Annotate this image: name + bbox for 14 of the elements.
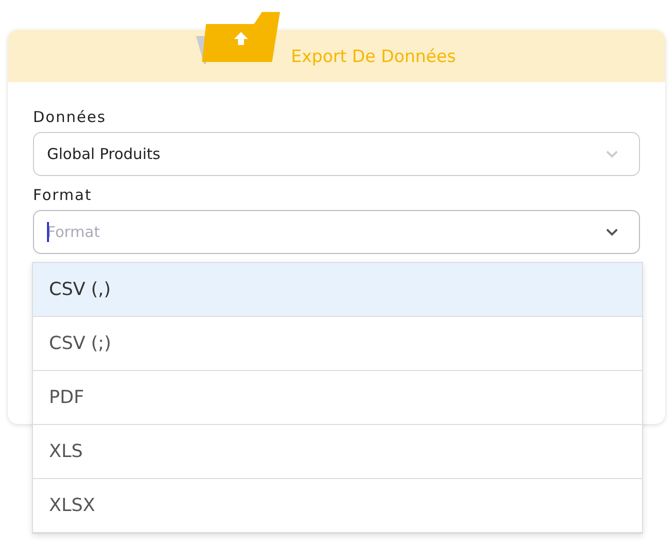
dropdown-option[interactable]: XLS (33, 425, 642, 479)
dropdown-option[interactable]: CSV (;) (33, 317, 642, 371)
chevron-down-icon (606, 228, 618, 236)
select-field[interactable]: Global Produits (33, 132, 640, 176)
dropdown-option[interactable]: XLSX (33, 479, 642, 533)
select-field[interactable]: Format (33, 210, 640, 254)
chevron-down-icon (606, 150, 618, 158)
card-title: Export De Données (291, 46, 456, 67)
field-label: Format (33, 186, 93, 204)
field-label: Données (33, 108, 108, 126)
folder-upload-icon (196, 12, 280, 64)
text-cursor (47, 222, 48, 242)
dropdown-option[interactable]: PDF (33, 371, 642, 425)
dropdown-option[interactable]: CSV (,) (33, 263, 642, 317)
